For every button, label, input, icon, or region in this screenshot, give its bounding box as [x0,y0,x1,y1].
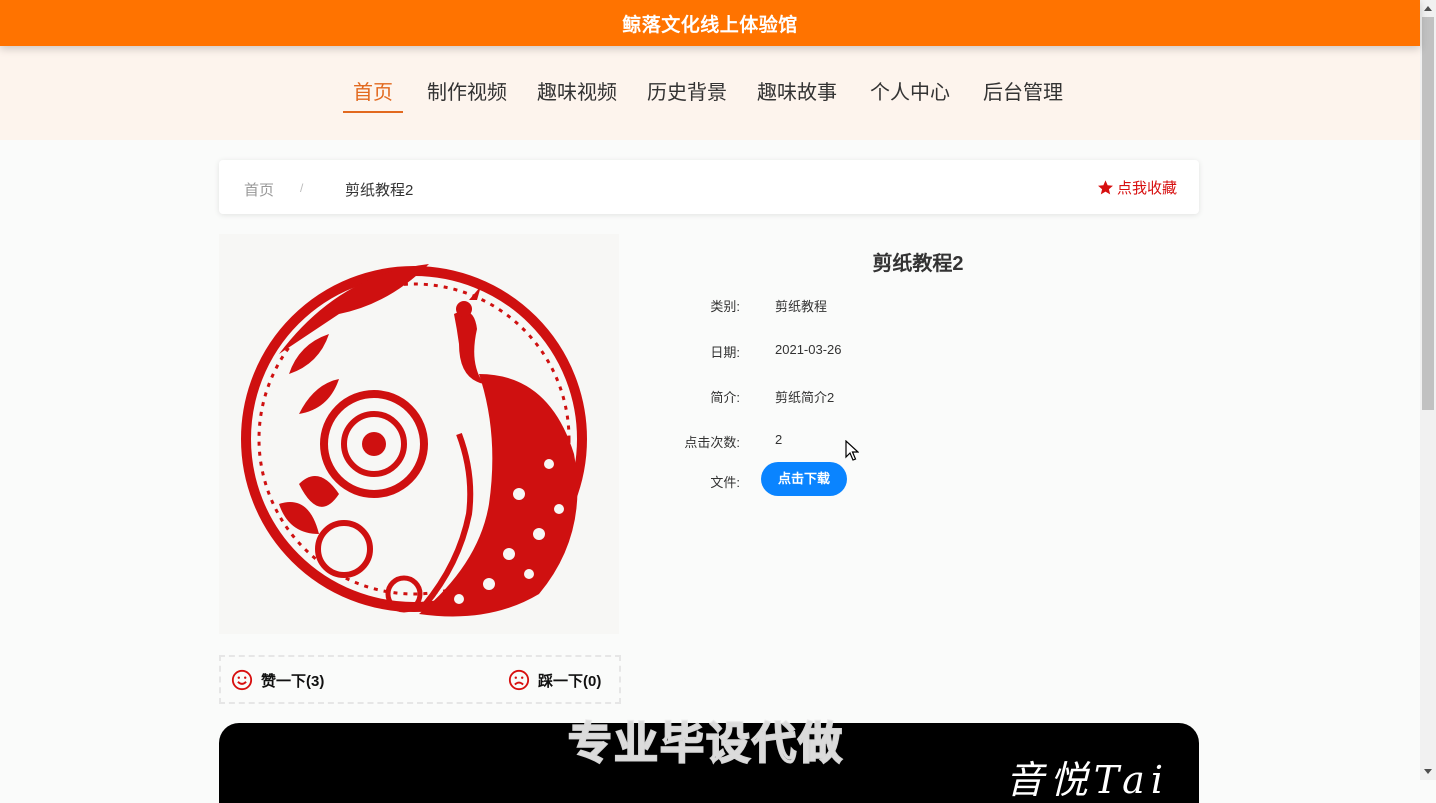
dislike-button[interactable]: 踩一下(0) [508,669,601,691]
nav-item-profile[interactable]: 个人中心 [870,79,950,111]
vertical-scrollbar[interactable] [1420,0,1436,780]
breadcrumb-home-link[interactable]: 首页 [244,179,274,200]
clicks-label: 点击次数: [684,435,740,450]
breadcrumb: 首页 / 剪纸教程2 点我收藏 [219,160,1199,214]
date-label: 日期: [710,345,740,360]
file-label: 文件: [710,475,740,490]
papercut-peacock-image [219,234,619,634]
nav-item-home[interactable]: 首页 [343,79,403,113]
favorite-button[interactable]: 点我收藏 [1097,177,1177,198]
dislike-label: 踩一下(0) [538,672,602,690]
vote-bar: 赞一下(3) 踩一下(0) [219,655,621,704]
breadcrumb-separator: / [300,181,304,195]
detail-title: 剪纸教程2 [872,253,964,275]
breadcrumb-current: 剪纸教程2 [345,182,414,199]
intro-label: 简介: [710,390,740,405]
nav-item-fun-story[interactable]: 趣味故事 [757,79,837,111]
nav-item-fun-video[interactable]: 趣味视频 [537,79,617,111]
scrollbar-thumb[interactable] [1422,17,1434,410]
favorite-label: 点我收藏 [1116,180,1177,197]
like-button[interactable]: 赞一下(3) [231,669,324,691]
smile-icon [231,669,253,691]
site-title: 鲸落文化线上体验馆 [622,14,798,36]
category-label: 类别: [710,299,740,314]
nav-item-history[interactable]: 历史背景 [647,79,727,111]
main-nav: 首页 制作视频 趣味视频 历史背景 趣味故事 个人中心 后台管理 [0,46,1420,140]
category-value: 剪纸教程 [775,299,828,314]
site-header: 鲸落文化线上体验馆 [0,0,1420,46]
scroll-up-arrow-icon[interactable] [1420,0,1436,16]
star-icon [1098,180,1113,195]
clicks-value: 2 [775,432,783,447]
intro-value: 剪纸简介2 [775,390,835,405]
watermark-text: 专业毕设代做 [567,718,844,769]
frown-icon [508,669,530,691]
date-value: 2021-03-26 [775,342,842,357]
scroll-down-arrow-icon[interactable] [1420,764,1436,780]
mouse-cursor-icon [845,440,859,461]
like-label: 赞一下(3) [261,672,325,690]
banner-script-text: 音悦Tai [1005,758,1169,802]
nav-item-make-video[interactable]: 制作视频 [427,79,507,111]
nav-item-admin[interactable]: 后台管理 [983,79,1063,111]
download-button[interactable]: 点击下载 [761,462,847,496]
